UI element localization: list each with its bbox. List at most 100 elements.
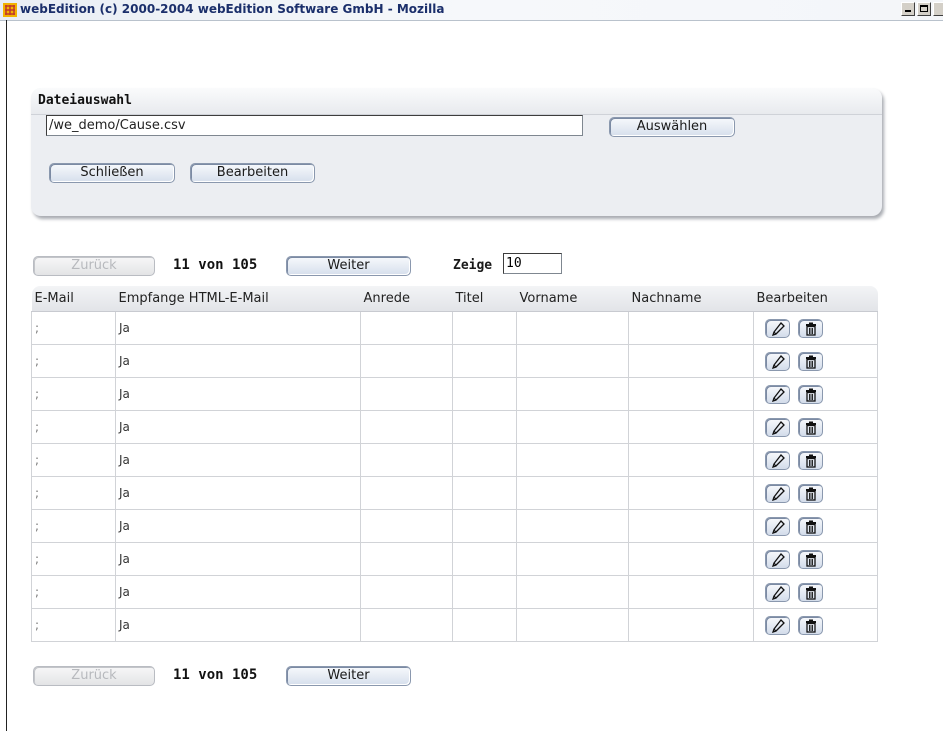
- cell-actions: [753, 410, 878, 444]
- minimize-button[interactable]: [901, 2, 915, 16]
- close-button[interactable]: Schließen: [49, 163, 175, 183]
- edit-row-button[interactable]: [765, 417, 790, 437]
- file-path-input[interactable]: [46, 115, 583, 136]
- trash-icon: [806, 355, 816, 369]
- delete-row-button[interactable]: [798, 516, 823, 536]
- edit-button[interactable]: Bearbeiten: [190, 163, 315, 183]
- cell-anrede: [360, 344, 453, 378]
- show-count-input[interactable]: [503, 253, 562, 274]
- edit-row-button[interactable]: [765, 483, 790, 503]
- cell-anrede: [360, 410, 453, 444]
- cell-vorname: [516, 608, 629, 642]
- edit-row-button[interactable]: [765, 615, 790, 635]
- edit-row-button[interactable]: [765, 450, 790, 470]
- delete-row-button[interactable]: [798, 582, 823, 602]
- recipients-table: E-Mail Empfange HTML-E-Mail Anrede Titel…: [31, 286, 878, 642]
- table-row: ; Ja: [31, 443, 878, 477]
- table-row: ; Ja: [31, 509, 878, 543]
- cell-html: Ja: [115, 410, 361, 444]
- column-header-firstname[interactable]: Vorname: [516, 286, 629, 312]
- cell-anrede: [360, 509, 453, 543]
- choose-file-button[interactable]: Auswählen: [609, 117, 735, 137]
- cell-html: Ja: [115, 443, 361, 477]
- cell-actions: [753, 344, 878, 378]
- cell-nachname: [628, 443, 754, 477]
- column-header-lastname[interactable]: Nachname: [628, 286, 754, 312]
- trash-icon: [806, 553, 816, 567]
- edit-row-button[interactable]: [765, 582, 790, 602]
- table-header-row: E-Mail Empfange HTML-E-Mail Anrede Titel…: [31, 286, 878, 312]
- trash-icon: [806, 520, 816, 534]
- pencil-icon: [771, 321, 785, 336]
- cell-email: ;: [31, 608, 116, 642]
- cell-actions: [753, 608, 878, 642]
- cell-nachname: [628, 344, 754, 378]
- window-title: webEdition (c) 2000-2004 webEdition Soft…: [20, 2, 445, 16]
- maximize-button[interactable]: [917, 2, 931, 16]
- file-selection-title: Dateiauswahl: [38, 93, 132, 108]
- table-row: ; Ja: [31, 344, 878, 378]
- table-row: ; Ja: [31, 542, 878, 576]
- column-header-html-mail[interactable]: Empfange HTML-E-Mail: [115, 286, 361, 312]
- next-page-button-bottom[interactable]: Weiter: [286, 666, 411, 686]
- edit-row-button[interactable]: [765, 318, 790, 338]
- cell-nachname: [628, 410, 754, 444]
- cell-vorname: [516, 344, 629, 378]
- table-row: ; Ja: [31, 575, 878, 609]
- delete-row-button[interactable]: [798, 549, 823, 569]
- edit-row-button[interactable]: [765, 384, 790, 404]
- cell-anrede: [360, 311, 453, 345]
- pencil-icon: [771, 618, 785, 633]
- cell-email: ;: [31, 542, 116, 576]
- delete-row-button[interactable]: [798, 450, 823, 470]
- pencil-icon: [771, 552, 785, 567]
- trash-icon: [806, 487, 816, 501]
- column-header-edit: Bearbeiten: [753, 286, 878, 312]
- cell-anrede: [360, 476, 453, 510]
- close-window-button[interactable]: [933, 2, 943, 16]
- window-left-border: [6, 20, 7, 731]
- cell-titel: [452, 377, 517, 411]
- previous-page-button-bottom[interactable]: Zurück: [33, 666, 155, 686]
- cell-vorname: [516, 443, 629, 477]
- next-page-button-top[interactable]: Weiter: [286, 256, 411, 276]
- edit-row-button[interactable]: [765, 549, 790, 569]
- cell-actions: [753, 377, 878, 411]
- delete-row-button[interactable]: [798, 384, 823, 404]
- show-count-label: Zeige: [453, 258, 493, 273]
- table-row: ; Ja: [31, 410, 878, 444]
- table-row: ; Ja: [31, 608, 878, 642]
- column-header-email[interactable]: E-Mail: [31, 286, 116, 312]
- cell-html: Ja: [115, 377, 361, 411]
- table-row: ; Ja: [31, 311, 878, 345]
- cell-actions: [753, 476, 878, 510]
- window-controls: [901, 2, 943, 16]
- cell-html: Ja: [115, 344, 361, 378]
- cell-anrede: [360, 443, 453, 477]
- cell-titel: [452, 476, 517, 510]
- delete-row-button[interactable]: [798, 483, 823, 503]
- cell-html: Ja: [115, 311, 361, 345]
- column-header-title[interactable]: Titel: [452, 286, 517, 312]
- cell-nachname: [628, 377, 754, 411]
- delete-row-button[interactable]: [798, 351, 823, 371]
- cell-anrede: [360, 542, 453, 576]
- delete-row-button[interactable]: [798, 615, 823, 635]
- cell-titel: [452, 311, 517, 345]
- edit-row-button[interactable]: [765, 351, 790, 371]
- cell-email: ;: [31, 377, 116, 411]
- delete-row-button[interactable]: [798, 417, 823, 437]
- cell-titel: [452, 410, 517, 444]
- cell-email: ;: [31, 410, 116, 444]
- cell-titel: [452, 575, 517, 609]
- table-row: ; Ja: [31, 377, 878, 411]
- page-count-bottom: 11 von 105: [173, 667, 258, 683]
- previous-page-button-top[interactable]: Zurück: [33, 256, 155, 276]
- edit-row-button[interactable]: [765, 516, 790, 536]
- cell-vorname: [516, 410, 629, 444]
- column-header-salutation[interactable]: Anrede: [360, 286, 453, 312]
- page-count-top: 11 von 105: [173, 257, 258, 273]
- table-row: ; Ja: [31, 476, 878, 510]
- delete-row-button[interactable]: [798, 318, 823, 338]
- pencil-icon: [771, 354, 785, 369]
